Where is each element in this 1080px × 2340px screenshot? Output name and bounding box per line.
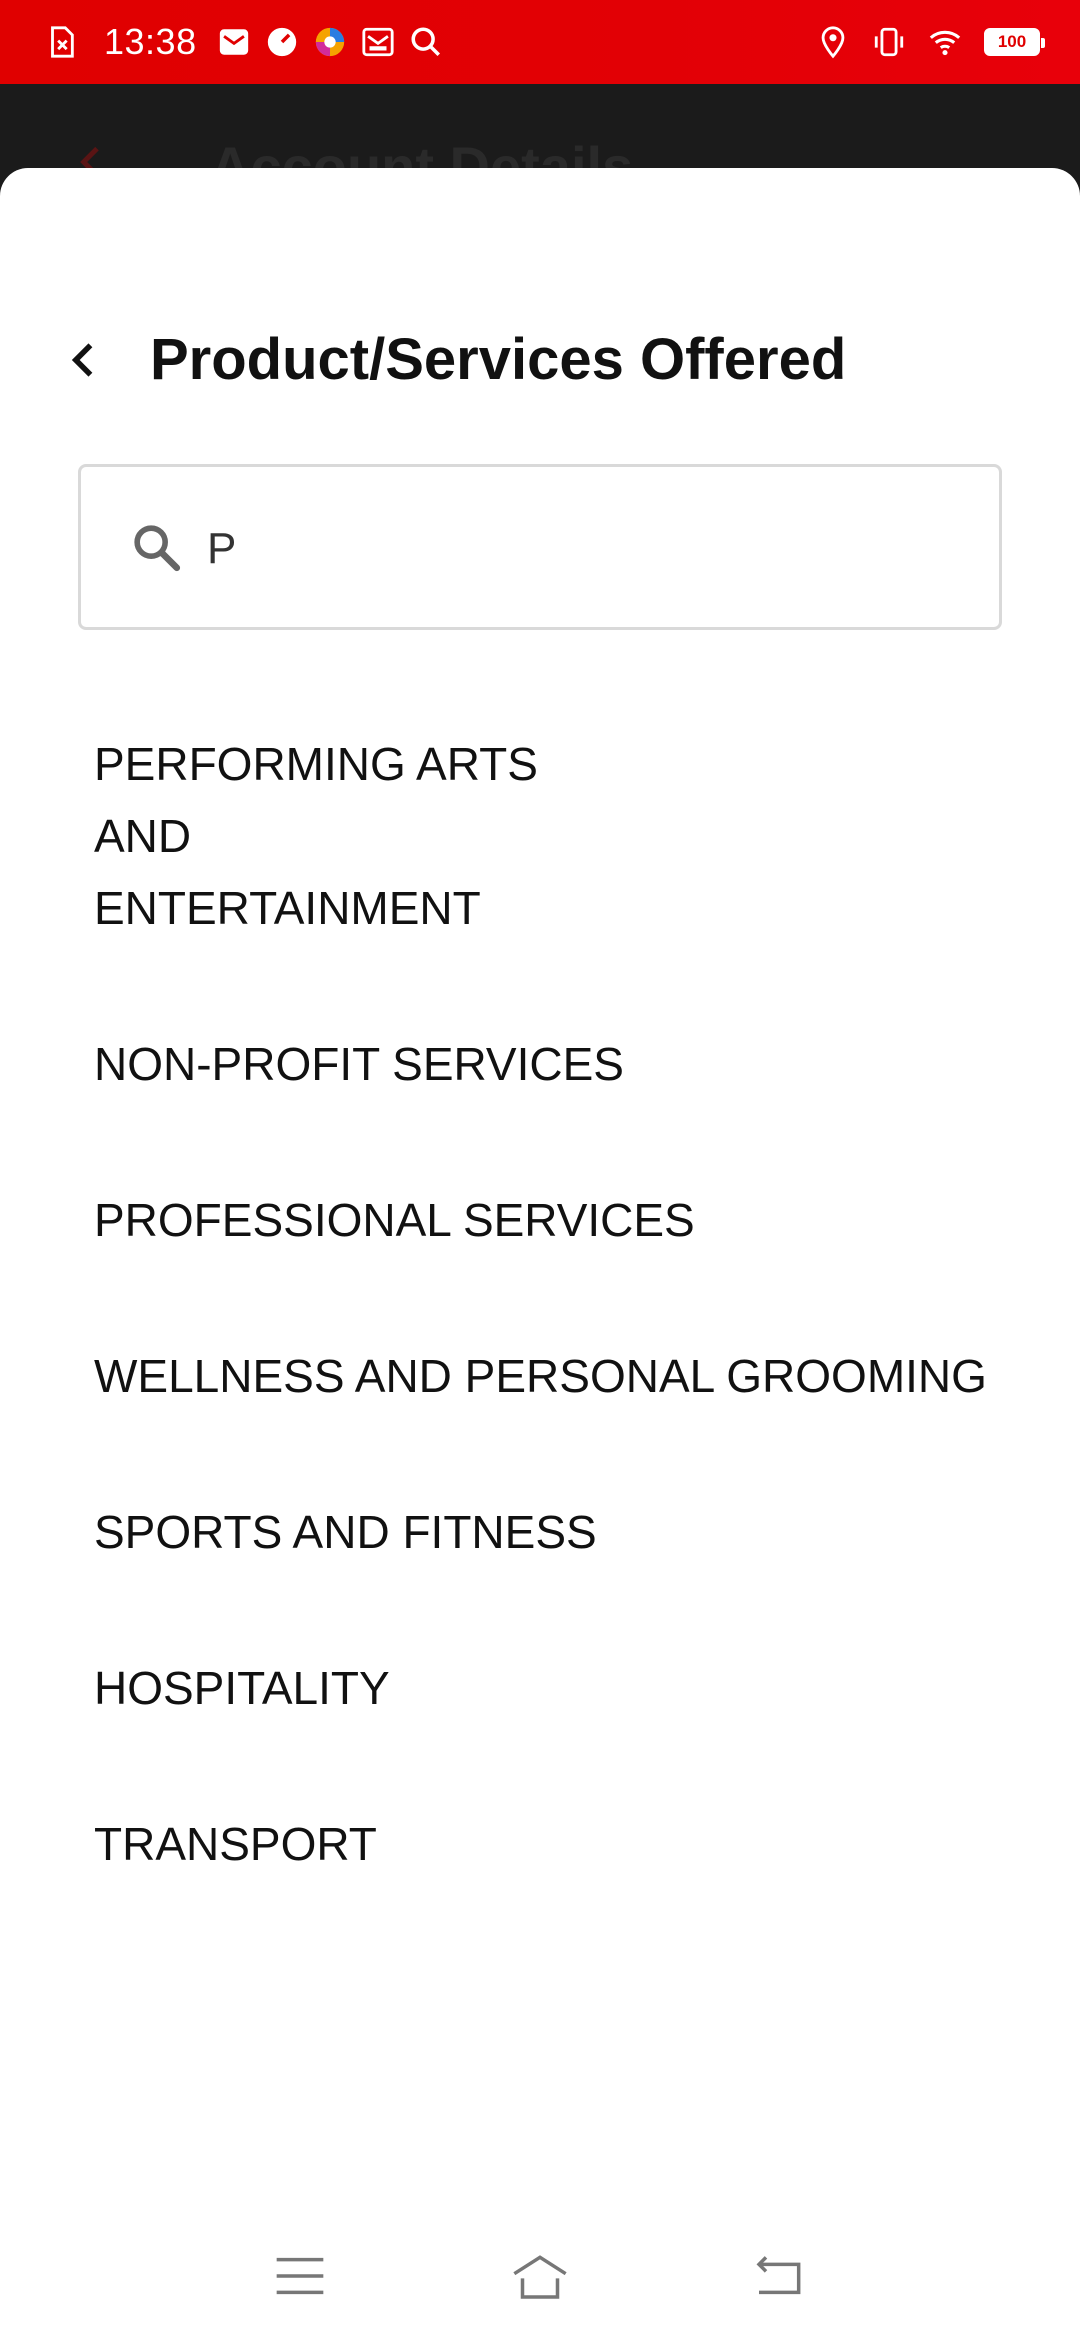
sheet-header: Product/Services Offered: [0, 318, 1080, 398]
home-nav-button[interactable]: [500, 2236, 580, 2316]
mail-icon: [217, 25, 251, 59]
speed-icon: [265, 25, 299, 59]
status-left: 13:38: [44, 21, 457, 63]
menu-icon: [276, 2257, 324, 2295]
search-status-icon: [409, 25, 443, 59]
back-button[interactable]: [56, 332, 112, 388]
chevron-left-icon: [71, 343, 93, 377]
sim-error-icon: [44, 25, 78, 59]
list-item-transport[interactable]: TRANSPORT: [0, 1808, 1080, 1880]
status-bar: 13:38 100: [0, 0, 1080, 84]
list-item-sports-fitness[interactable]: SPORTS AND FITNESS: [0, 1496, 1080, 1568]
options-list: PERFORMING ARTS AND ENTERTAINMENT NON-PR…: [0, 728, 1080, 1880]
search-icon: [129, 520, 185, 576]
browser-icon: [313, 25, 347, 59]
home-icon: [513, 2255, 567, 2299]
list-item-non-profit-services[interactable]: NON-PROFIT SERVICES: [0, 1028, 1080, 1100]
battery-indicator: 100: [984, 28, 1045, 56]
search-input[interactable]: [205, 507, 965, 591]
status-time: 13:38: [104, 21, 197, 62]
wifi-icon: [928, 23, 962, 61]
menu-nav-button[interactable]: [260, 2236, 340, 2316]
back-icon: [756, 2256, 801, 2295]
list-item-wellness-grooming[interactable]: WELLNESS AND PERSONAL GROOMING: [0, 1340, 1080, 1412]
location-icon: [816, 23, 850, 61]
product-services-sheet: Product/Services Offered PERFORMING ARTS…: [0, 168, 1080, 2212]
list-item-performing-arts[interactable]: PERFORMING ARTS AND ENTERTAINMENT: [0, 728, 620, 944]
status-right: 100: [794, 23, 1045, 61]
list-item-professional-services[interactable]: PROFESSIONAL SERVICES: [0, 1184, 1080, 1256]
list-item-hospitality[interactable]: HOSPITALITY: [0, 1652, 1080, 1724]
navigation-bar: [0, 2212, 1080, 2340]
search-box[interactable]: [78, 464, 1002, 630]
mailbox-icon: [361, 25, 395, 59]
back-nav-button[interactable]: [740, 2236, 820, 2316]
sheet-title: Product/Services Offered: [150, 327, 847, 392]
vibrate-icon: [872, 23, 906, 61]
